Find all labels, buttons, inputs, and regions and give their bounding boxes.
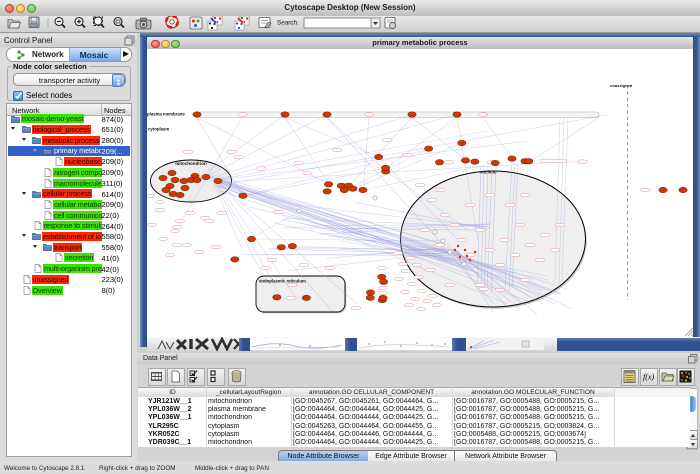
svg-text:plasma membrane: plasma membrane bbox=[147, 112, 185, 117]
svg-text:endoplasmic reticulum: endoplasmic reticulum bbox=[259, 279, 306, 284]
svg-text:nucleus: nucleus bbox=[479, 170, 497, 175]
svg-text:mitochondrion: mitochondrion bbox=[175, 161, 207, 166]
svg-text:Search:: Search: bbox=[277, 20, 299, 27]
svg-text:cytoplasm: cytoplasm bbox=[148, 127, 169, 132]
svg-text:f(x): f(x) bbox=[643, 373, 654, 382]
svg-text:unassigned: unassigned bbox=[610, 83, 633, 88]
